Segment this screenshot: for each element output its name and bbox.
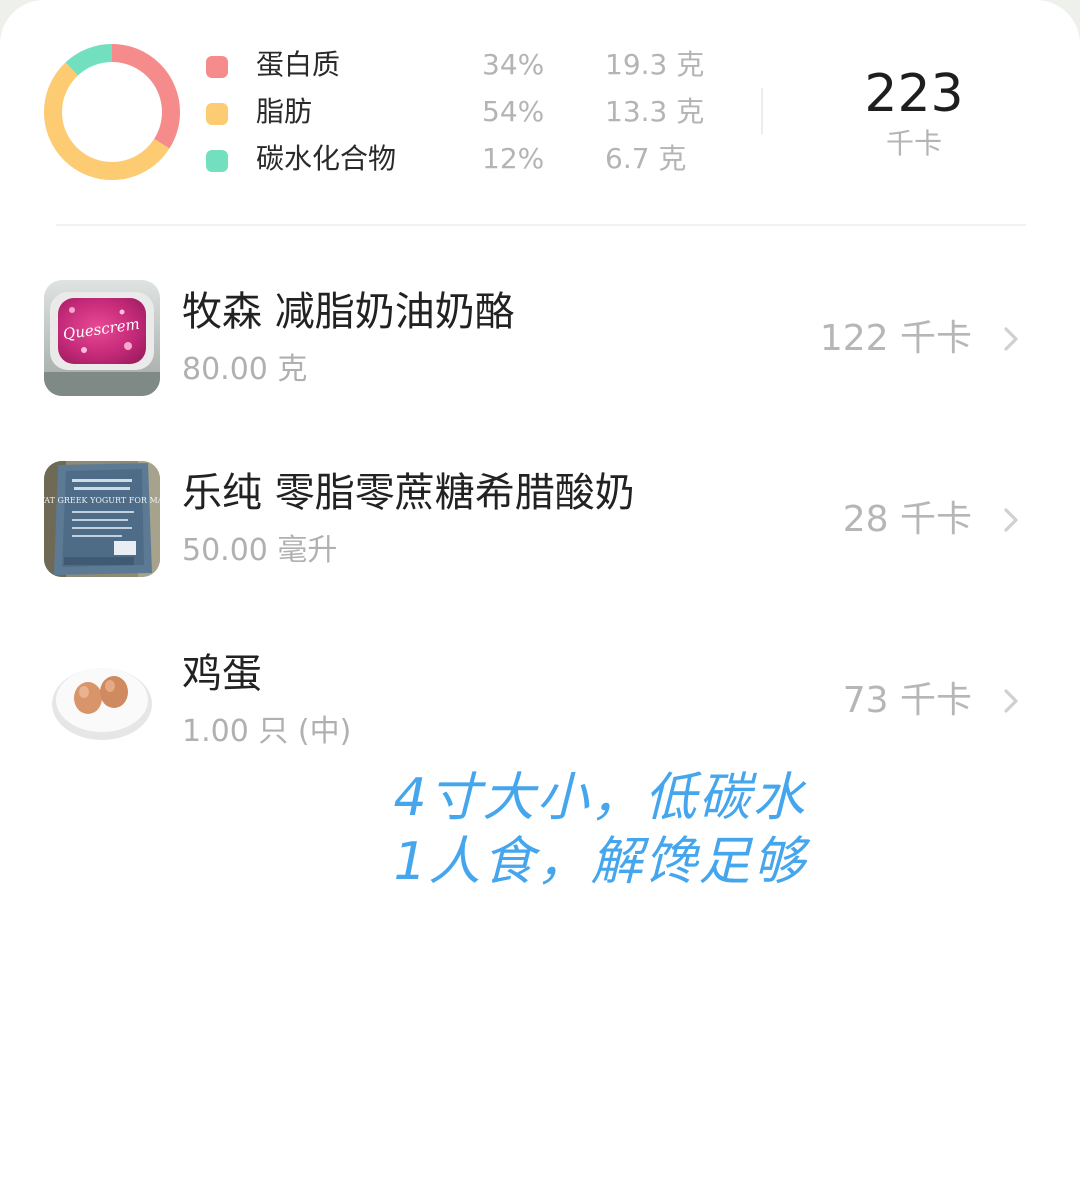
food-name: 牧森 减脂奶油奶酪: [182, 289, 515, 335]
chevron-right-icon: [1004, 689, 1018, 713]
food-calories: 122 千卡: [819, 318, 972, 359]
macro-name: 碳水化合物: [256, 142, 397, 175]
food-name: 乐纯 零脂零蔗糖希腊酸奶: [182, 470, 635, 516]
macro-percent: 54%: [482, 95, 545, 128]
section-divider: [56, 224, 1026, 226]
macro-donut-chart: [44, 44, 180, 180]
chevron-right-icon: [1004, 327, 1018, 351]
food-calories: 28 千卡: [842, 499, 972, 540]
food-thumbnail: [44, 642, 160, 758]
summary-divider: [761, 88, 763, 134]
yogurt-label-text: ZERO-FAT GREEK YOGURT FOR MASTERS: [44, 496, 160, 505]
handwritten-note-line1: 4寸大小，低碳水: [393, 768, 807, 828]
nutrition-summary: 蛋白质 34% 19.3 克 脂肪 54% 13.3 克 碳水化合物 12% 6…: [0, 0, 1080, 226]
macro-grams: 13.3 克: [605, 95, 705, 128]
macro-percent: 34%: [482, 48, 545, 81]
food-name: 鸡蛋: [182, 651, 262, 697]
macro-row-fat: 脂肪 54% 13.3 克: [204, 92, 724, 132]
food-amount: 80.00 克: [182, 352, 308, 387]
carbs-color-dot: [206, 150, 228, 172]
food-amount: 1.00 只 (中): [182, 714, 352, 749]
macro-grams: 19.3 克: [605, 48, 705, 81]
greek-yogurt-image: ZERO-FAT GREEK YOGURT FOR MASTERS: [44, 461, 160, 577]
food-item-cream-cheese[interactable]: Quescrem 牧森 减脂奶油奶酪 80.00 克 122 千卡: [0, 280, 1080, 430]
handwritten-note-line2: 1人食，解馋足够: [393, 832, 807, 892]
macro-grams: 6.7 克: [605, 142, 687, 175]
meal-card: 蛋白质 34% 19.3 克 脂肪 54% 13.3 克 碳水化合物 12% 6…: [0, 0, 1080, 1191]
fat-color-dot: [206, 103, 228, 125]
macro-row-protein: 蛋白质 34% 19.3 克: [204, 45, 724, 85]
cream-cheese-image: Quescrem: [44, 280, 160, 396]
food-item-greek-yogurt[interactable]: ZERO-FAT GREEK YOGURT FOR MASTERS 乐纯 零脂零…: [0, 461, 1080, 611]
food-calories: 73 千卡: [842, 680, 972, 721]
macro-percent: 12%: [482, 142, 545, 175]
macro-name: 蛋白质: [256, 48, 341, 81]
macro-row-carbs: 碳水化合物 12% 6.7 克: [204, 139, 724, 179]
food-thumbnail: ZERO-FAT GREEK YOGURT FOR MASTERS: [44, 461, 160, 577]
total-calories-value: 223: [864, 64, 964, 124]
chevron-right-icon: [1004, 508, 1018, 532]
total-calories-unit: 千卡: [885, 127, 942, 160]
egg-image: [44, 642, 160, 758]
food-amount: 50.00 毫升: [182, 533, 338, 568]
food-thumbnail: Quescrem: [44, 280, 160, 396]
protein-color-dot: [206, 56, 228, 78]
macro-name: 脂肪: [256, 95, 313, 128]
